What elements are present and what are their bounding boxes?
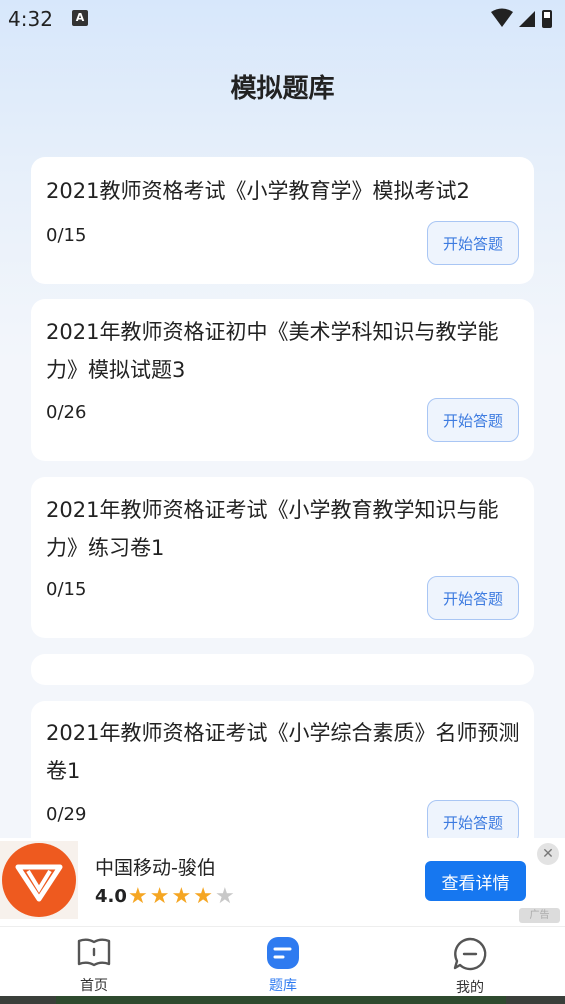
ad-rating-stars: ★★★★★ xyxy=(128,884,237,909)
exam-title: 2021年教师资格证初中《美术学科知识与教学能力》模拟试题3 xyxy=(46,320,499,382)
bottom-tab-bar: 首页 题库 我的 xyxy=(0,926,565,1004)
view-details-button[interactable]: 查看详情 xyxy=(425,861,526,901)
status-time: 4:32 xyxy=(8,7,53,31)
exam-progress: 0/29 xyxy=(46,804,87,825)
ad-label: 广告 xyxy=(519,908,560,923)
ad-app-name: 中国移动-骏伯 xyxy=(95,857,216,879)
question-bank-icon xyxy=(267,937,299,969)
book-icon xyxy=(77,938,111,967)
status-bar: 4:32 A xyxy=(0,0,565,38)
wifi-icon xyxy=(491,8,513,27)
close-icon[interactable]: ✕ xyxy=(537,843,559,865)
exam-progress: 0/15 xyxy=(46,225,87,246)
star-empty-icon: ★ xyxy=(214,884,237,909)
exam-title: 2021教师资格考试《小学教育学》模拟考试2 xyxy=(46,179,470,203)
tab-label: 我的 xyxy=(456,980,484,996)
start-answer-button[interactable]: 开始答题 xyxy=(427,398,519,442)
star-icon: ★ xyxy=(193,884,215,909)
tab-home[interactable]: 首页 xyxy=(54,937,134,995)
notification-a-icon: A xyxy=(72,10,88,26)
signal-icon xyxy=(519,11,535,27)
start-answer-button[interactable]: 开始答题 xyxy=(427,576,519,620)
chat-icon xyxy=(453,937,487,971)
tab-label: 题库 xyxy=(269,978,297,994)
ad-app-logo xyxy=(0,841,78,919)
exam-title: 2021年教师资格证考试《小学综合素质》名师预测卷1 xyxy=(46,721,520,783)
tab-mine[interactable]: 我的 xyxy=(430,937,510,997)
start-answer-button[interactable]: 开始答题 xyxy=(427,221,519,265)
star-icon: ★ xyxy=(171,884,194,909)
exam-card[interactable]: 2021教师资格考试《小学教育学》模拟考试2 0/15 开始答题 xyxy=(31,157,534,284)
exam-title: 2021年教师资格证考试《小学教育教学知识与能力》练习卷1 xyxy=(46,498,499,560)
exam-progress: 0/26 xyxy=(46,402,87,423)
ad-rating-value: 4.0 xyxy=(95,886,127,907)
star-icon: ★ xyxy=(128,884,150,909)
tab-label: 首页 xyxy=(80,978,108,994)
system-navigation-bar xyxy=(0,996,565,1004)
page-title: 模拟题库 xyxy=(230,74,335,104)
exam-card[interactable]: 2021年教师资格证考试《小学教育教学知识与能力》练习卷1 0/15 开始答题 xyxy=(31,477,534,638)
exam-card[interactable]: 2021年教师资格证初中《美术学科知识与教学能力》模拟试题3 0/26 开始答题 xyxy=(31,299,534,461)
star-icon: ★ xyxy=(149,884,172,909)
tab-question-bank[interactable]: 题库 xyxy=(243,937,323,995)
empty-card xyxy=(31,654,534,685)
system-icons xyxy=(489,7,553,35)
exam-progress: 0/15 xyxy=(46,579,87,600)
ad-banner[interactable]: 中国移动-骏伯 4.0 ★★★★★ 查看详情 ✕ 广告 xyxy=(0,838,565,926)
